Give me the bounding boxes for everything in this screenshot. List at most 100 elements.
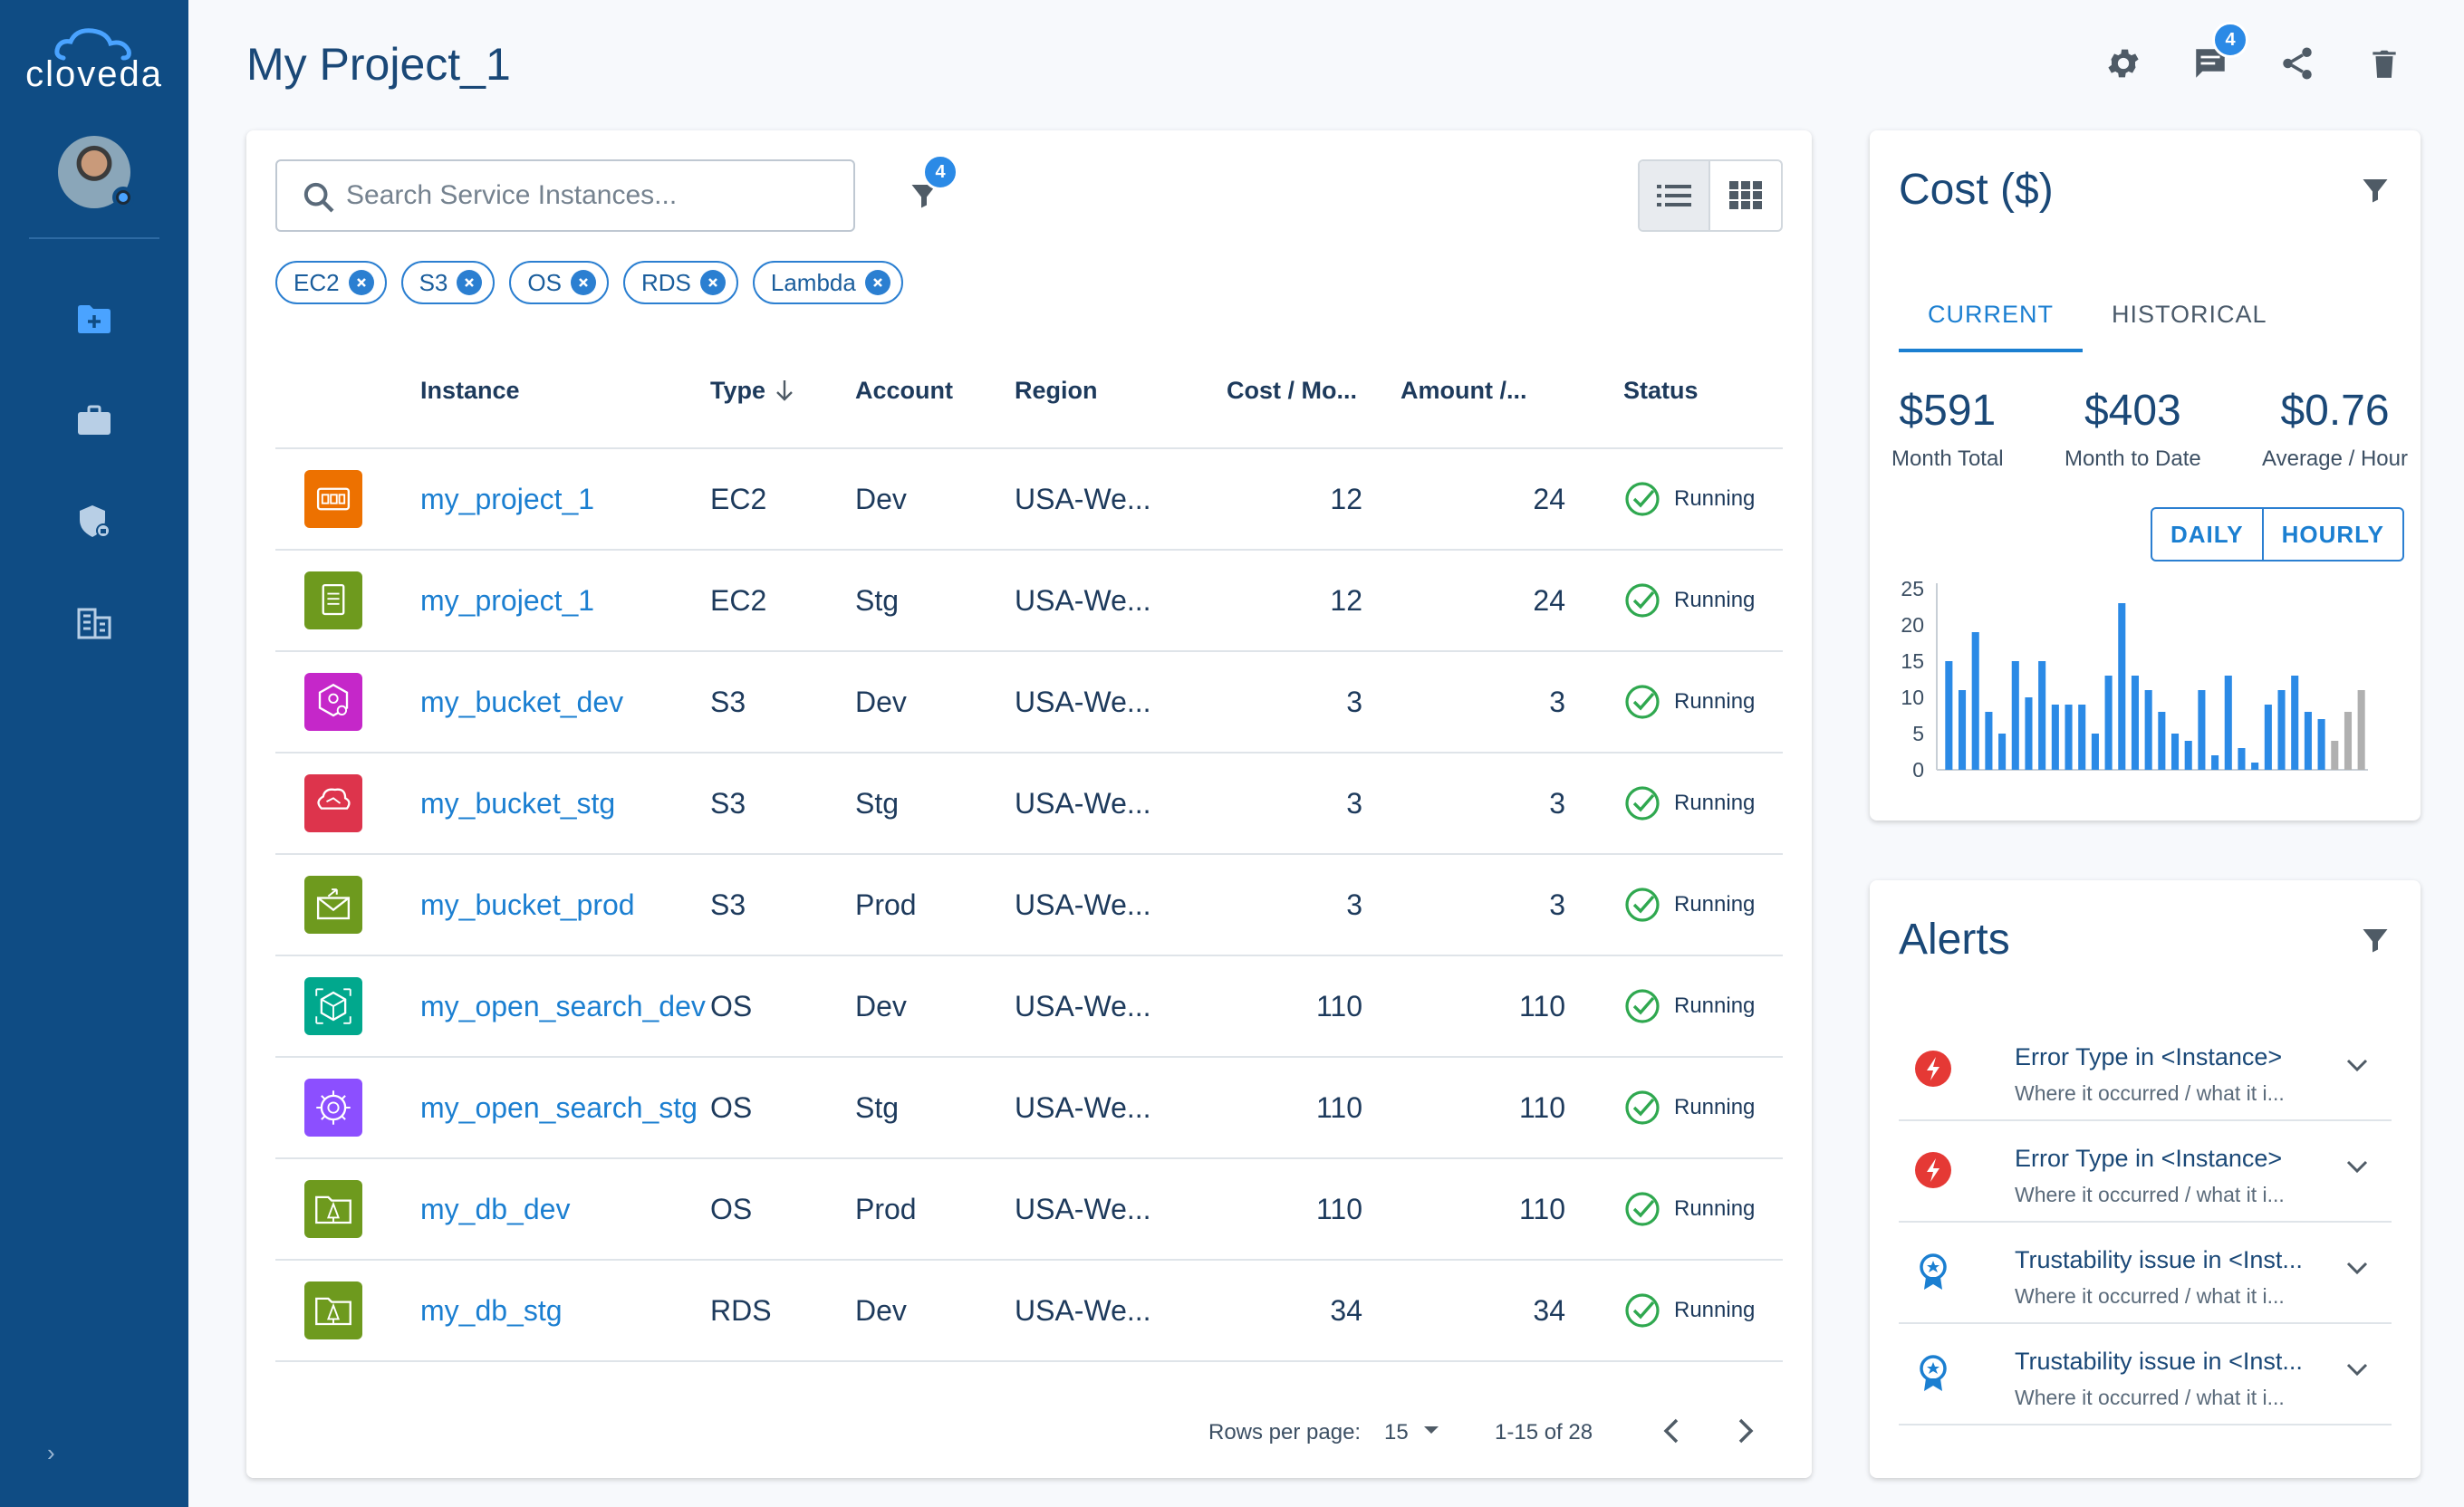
chevron-down-icon[interactable] bbox=[2344, 1259, 2370, 1277]
daily-cost-bar[interactable] bbox=[2277, 690, 2286, 770]
projected-cost-bar[interactable] bbox=[2344, 712, 2353, 770]
daily-cost-bar[interactable] bbox=[2198, 690, 2206, 770]
daily-cost-bar[interactable] bbox=[2211, 755, 2219, 770]
cost-filter-icon[interactable] bbox=[2359, 174, 2392, 206]
column-header-instance[interactable]: Instance bbox=[420, 377, 710, 405]
chevron-right-icon[interactable] bbox=[1732, 1416, 1757, 1445]
daily-cost-bar[interactable] bbox=[2238, 748, 2246, 770]
chevron-left-icon[interactable] bbox=[1660, 1416, 1685, 1445]
alert-item[interactable]: Error Type in <Instance> Where it occurre… bbox=[1899, 1020, 2392, 1121]
grid-view-button[interactable] bbox=[1710, 161, 1781, 230]
column-header-amount[interactable]: Amount /... bbox=[1362, 377, 1565, 405]
column-header-status[interactable]: Status bbox=[1565, 377, 1783, 405]
projected-cost-bar[interactable] bbox=[2357, 690, 2365, 770]
daily-cost-bar[interactable] bbox=[2118, 603, 2126, 770]
filter-chip[interactable]: OS bbox=[509, 261, 609, 304]
delete-button[interactable] bbox=[2363, 42, 2406, 85]
table-row[interactable]: my_bucket_stg S3 Stg USA-We... 3 3 Running bbox=[275, 754, 1783, 855]
tab-historical[interactable]: HISTORICAL bbox=[2083, 290, 2296, 352]
daily-cost-bar[interactable] bbox=[2131, 676, 2140, 770]
daily-cost-bar[interactable] bbox=[1985, 712, 1993, 770]
daily-cost-bar[interactable] bbox=[1945, 661, 1953, 770]
caret-down-icon[interactable] bbox=[1422, 1424, 1440, 1436]
daily-cost-bar[interactable] bbox=[2317, 719, 2325, 770]
tab-current[interactable]: CURRENT bbox=[1899, 290, 2083, 352]
sidebar-item-new-folder[interactable] bbox=[72, 297, 116, 341]
chip-remove-icon[interactable] bbox=[457, 270, 483, 295]
messages-button[interactable]: 4 bbox=[2189, 22, 2248, 85]
chip-remove-icon[interactable] bbox=[699, 270, 726, 295]
daily-cost-bar[interactable] bbox=[2091, 734, 2099, 770]
alert-item[interactable]: Trustability issue in <Inst... Where it o… bbox=[1899, 1223, 2392, 1324]
daily-button[interactable]: DAILY bbox=[2152, 509, 2262, 560]
chip-remove-icon[interactable] bbox=[348, 270, 374, 295]
column-header-region[interactable]: Region bbox=[1015, 377, 1189, 405]
instance-link[interactable]: my_bucket_stg bbox=[420, 787, 615, 820]
daily-cost-bar[interactable] bbox=[2251, 763, 2259, 770]
logo[interactable]: cloveda bbox=[0, 25, 188, 95]
daily-cost-bar[interactable] bbox=[2184, 741, 2192, 770]
instance-link[interactable]: my_open_search_dev bbox=[420, 990, 706, 1022]
daily-cost-bar[interactable] bbox=[1958, 690, 1967, 770]
filter-chip[interactable]: RDS bbox=[622, 261, 738, 304]
instance-link[interactable]: my_project_1 bbox=[420, 483, 594, 515]
search-box[interactable] bbox=[275, 159, 855, 232]
chevron-down-icon[interactable] bbox=[2344, 1056, 2370, 1074]
daily-cost-bar[interactable] bbox=[2065, 705, 2073, 770]
table-row[interactable]: my_db_dev OS Prod USA-We... 110 110 Running bbox=[275, 1159, 1783, 1261]
daily-cost-bar[interactable] bbox=[2224, 676, 2232, 770]
daily-cost-bar[interactable] bbox=[2158, 712, 2166, 770]
table-row[interactable]: my_project_1 EC2 Stg USA-We... 12 24 Running bbox=[275, 551, 1783, 652]
avatar[interactable] bbox=[58, 136, 134, 208]
filter-chip[interactable]: S3 bbox=[400, 261, 496, 304]
daily-cost-bar[interactable] bbox=[1971, 632, 1979, 770]
table-row[interactable]: my_bucket_dev S3 Dev USA-We... 3 3 Running bbox=[275, 652, 1783, 754]
filter-chip[interactable]: Lambda bbox=[752, 261, 903, 304]
table-row[interactable]: my_db_stg RDS Dev USA-We... 34 34 Running bbox=[275, 1261, 1783, 1362]
daily-cost-bar[interactable] bbox=[1998, 734, 2007, 770]
alerts-filter-icon[interactable] bbox=[2359, 924, 2392, 956]
table-row[interactable]: my_project_1 EC2 Dev USA-We... 12 24 Running bbox=[275, 449, 1783, 551]
instance-link[interactable]: my_bucket_prod bbox=[420, 888, 635, 921]
table-row[interactable]: my_open_search_stg OS Stg USA-We... 110 110 Ru… bbox=[275, 1058, 1783, 1159]
sidebar-item-buildings[interactable] bbox=[72, 601, 116, 645]
daily-cost-bar[interactable] bbox=[2304, 712, 2312, 770]
daily-cost-bar[interactable] bbox=[2038, 661, 2046, 770]
chip-remove-icon[interactable] bbox=[864, 270, 890, 295]
daily-cost-bar[interactable] bbox=[2264, 705, 2272, 770]
instance-link[interactable]: my_open_search_stg bbox=[420, 1091, 698, 1124]
rows-per-page-select[interactable]: 15 bbox=[1384, 1420, 1409, 1445]
filter-chip[interactable]: EC2 bbox=[275, 261, 387, 304]
chip-remove-icon[interactable] bbox=[570, 270, 596, 295]
settings-button[interactable] bbox=[2102, 42, 2145, 85]
instance-link[interactable]: my_project_1 bbox=[420, 584, 594, 617]
daily-cost-bar[interactable] bbox=[2144, 690, 2152, 770]
column-header-account[interactable]: Account bbox=[855, 377, 1015, 405]
search-input[interactable] bbox=[346, 180, 817, 211]
table-row[interactable]: my_bucket_prod S3 Prod USA-We... 3 3 Running bbox=[275, 855, 1783, 956]
daily-cost-bar[interactable] bbox=[2011, 661, 2019, 770]
sidebar-item-security[interactable] bbox=[72, 500, 116, 543]
table-row[interactable]: my_open_search_dev OS Dev USA-We... 110 110 Ru… bbox=[275, 956, 1783, 1058]
daily-cost-bar[interactable] bbox=[2025, 697, 2033, 770]
sidebar-item-briefcase[interactable] bbox=[72, 398, 116, 442]
instance-link[interactable]: my_db_stg bbox=[420, 1294, 563, 1327]
daily-cost-bar[interactable] bbox=[2078, 705, 2086, 770]
instances-filter-button[interactable]: 4 bbox=[899, 154, 958, 221]
daily-cost-bar[interactable] bbox=[2170, 734, 2180, 770]
sidebar-expand-chevron-icon[interactable]: › bbox=[47, 1439, 55, 1467]
alert-item[interactable]: Trustability issue in <Inst... Where it o… bbox=[1899, 1324, 2392, 1425]
daily-cost-bar[interactable] bbox=[2291, 676, 2299, 770]
share-button[interactable] bbox=[2276, 42, 2319, 85]
list-view-button[interactable] bbox=[1640, 161, 1711, 230]
instance-link[interactable]: my_db_dev bbox=[420, 1193, 570, 1225]
chevron-down-icon[interactable] bbox=[2344, 1157, 2370, 1176]
instance-link[interactable]: my_bucket_dev bbox=[420, 686, 623, 718]
daily-cost-bar[interactable] bbox=[2051, 705, 2059, 770]
column-header-type[interactable]: Type bbox=[710, 377, 855, 405]
column-header-cost[interactable]: Cost / Mo... bbox=[1189, 377, 1362, 405]
table-row[interactable]: my_lambda_1_devRDSStgUSA-We...3434Runnin… bbox=[275, 1362, 1783, 1375]
daily-cost-bar[interactable] bbox=[2104, 676, 2113, 770]
hourly-button[interactable]: HOURLY bbox=[2261, 509, 2402, 560]
chevron-down-icon[interactable] bbox=[2344, 1360, 2370, 1378]
